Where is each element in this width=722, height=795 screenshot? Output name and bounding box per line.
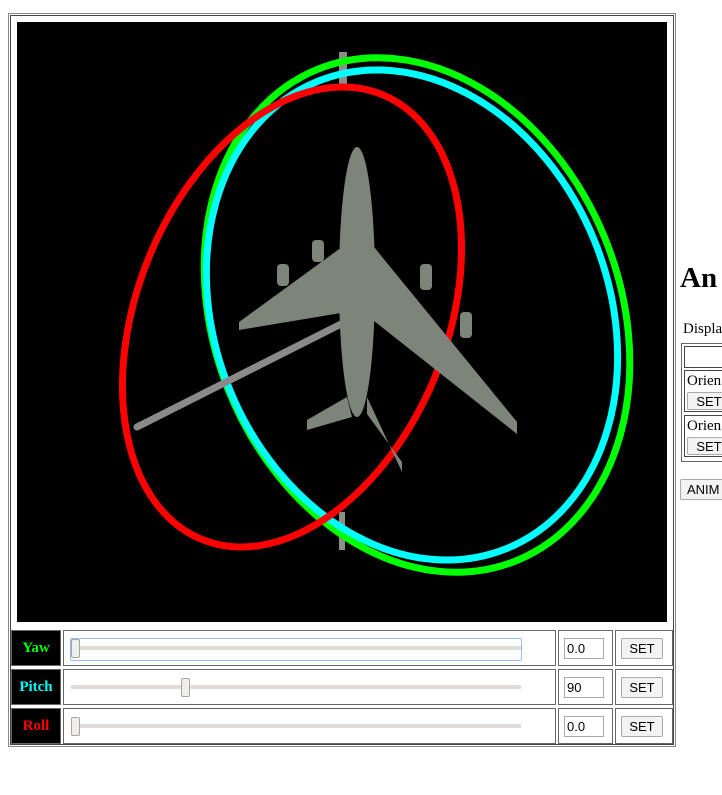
orientation-scene (118, 52, 634, 576)
orientation-2-set-button[interactable]: SET (687, 437, 722, 455)
orientation-table: Orien SET Orien SET (681, 343, 722, 462)
roll-set-button[interactable]: SET (621, 716, 663, 737)
3d-viewport[interactable] (17, 22, 667, 622)
pitch-set-button[interactable]: SET (621, 677, 663, 698)
orientation-1-label: Orien (687, 373, 722, 389)
animate-button[interactable]: ANIM (680, 479, 722, 500)
airplane (239, 147, 517, 472)
roll-label: Roll (11, 708, 61, 744)
orientation-1-set-button[interactable]: SET (687, 392, 722, 410)
display-label: Displa (683, 321, 722, 337)
yaw-set-button[interactable]: SET (621, 638, 663, 659)
yaw-slider-thumb[interactable] (71, 639, 80, 658)
yaw-slider[interactable] (63, 630, 556, 666)
pitch-input[interactable] (564, 677, 604, 698)
page-heading: An (680, 262, 718, 294)
pitch-slider[interactable] (63, 669, 556, 705)
orientation-2-label: Orien (687, 418, 722, 434)
yaw-label: Yaw (11, 630, 61, 666)
pitch-label: Pitch (11, 669, 61, 705)
yaw-input[interactable] (564, 638, 604, 659)
pitch-slider-thumb[interactable] (181, 678, 190, 697)
roll-input[interactable] (564, 716, 604, 737)
roll-slider[interactable] (63, 708, 556, 744)
roll-slider-thumb[interactable] (71, 717, 80, 736)
